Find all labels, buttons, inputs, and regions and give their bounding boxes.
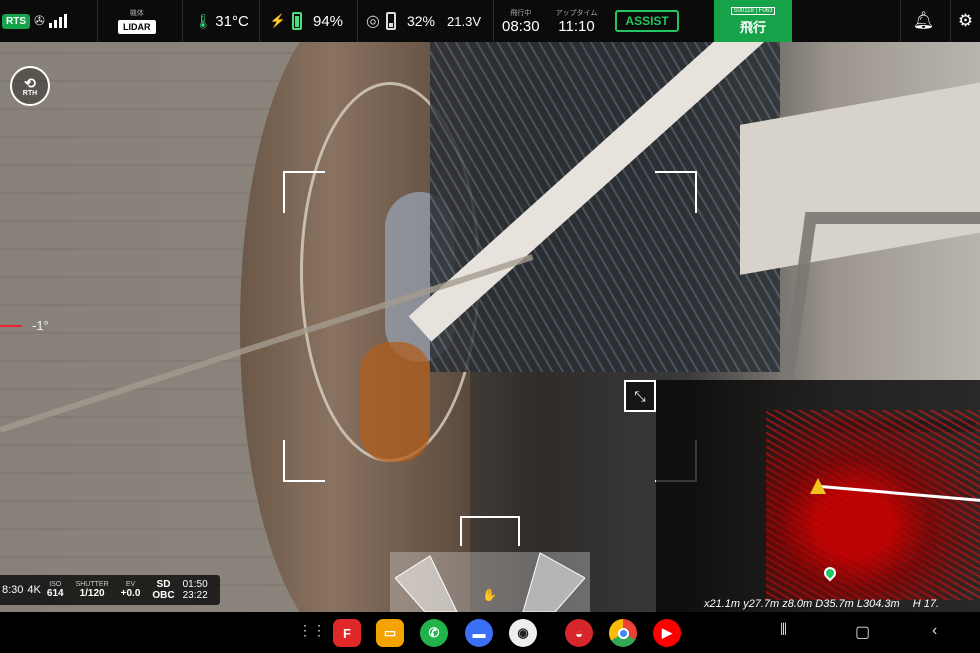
rc-battery-icon [385, 12, 396, 30]
mode-indicator[interactable]: 機体 LIDAR [98, 0, 183, 42]
iso-value: 614 [46, 588, 64, 599]
flight-id: S00118 | F063 [730, 6, 776, 15]
camera-icon[interactable]: ◉ [509, 619, 537, 647]
recents-icon[interactable]: ⦀ [780, 622, 787, 640]
focus-corner-tl [283, 171, 325, 213]
notifications-button[interactable]: 🔔︎ [900, 0, 946, 42]
uptime: アップタイム 11:10 [556, 8, 598, 35]
uptime-label: アップタイム [555, 9, 598, 17]
youtube-icon[interactable]: ▶ [653, 619, 681, 647]
signal-icon [48, 14, 67, 28]
pitch-value: -1° [32, 318, 49, 333]
ceiling-debris [430, 42, 780, 372]
battery-percent: 94% [312, 12, 344, 30]
ev-value: +0.0 [120, 588, 141, 599]
shutter-label: SHUTTER [75, 581, 109, 588]
storage-obc: OBC [152, 590, 175, 601]
lidar-badge: LIDAR [118, 20, 156, 34]
rc-battery: ◎ 32% 21.3V [358, 0, 494, 42]
ev-setting[interactable]: EV +0.0 [121, 581, 141, 599]
shutter-value: 1/120 [79, 588, 105, 599]
return-home-icon: ⟲ [24, 74, 36, 91]
chrome-icon[interactable] [609, 619, 637, 647]
flight-status-button[interactable]: S00118 | F063 飛行 [714, 0, 792, 42]
focus-corner-bl [283, 440, 325, 482]
drone-battery-icon: ⚡ [269, 13, 286, 28]
top-status-bar: RTS ✇ 機体 LIDAR 🌡︎ 31°C ⚡ 94% ◎ 32% 21.3V… [0, 0, 980, 42]
iso-setting[interactable]: ISO 614 [47, 581, 64, 599]
expand-icon: ⤡ [634, 387, 646, 404]
ev-label: EV [125, 581, 136, 588]
rts-badge: RTS [2, 13, 30, 29]
rth-button[interactable]: ⟲ RTH [10, 66, 50, 106]
satellite-icon: ✇ [34, 13, 45, 28]
rth-label: RTH [22, 89, 38, 97]
gear-icon: ⚙ [957, 11, 974, 30]
storage-time: 01:50 23:22 [183, 579, 208, 601]
timers: 飛行中 08:30 アップタイム 11:10 ASSIST [494, 0, 679, 42]
height-text: H 17. [912, 598, 940, 610]
record-time: 8:30 [2, 584, 24, 596]
iso-label: ISO [49, 581, 62, 588]
flipboard-icon[interactable]: F [333, 619, 361, 647]
apps-grid-icon[interactable]: ⋮⋮ [298, 622, 326, 639]
drone-position-icon [810, 478, 826, 494]
rc-battery-percent: 32% [406, 13, 436, 29]
pitch-indicator: -1° [0, 318, 49, 333]
storage-obc-time: 23:22 [182, 590, 208, 601]
temperature: 🌡︎ 31°C [183, 0, 260, 42]
resolution: 4K [27, 584, 41, 596]
voltage: 21.3V [447, 13, 481, 29]
gimbal-marker [460, 516, 520, 546]
gimbal-angle-indicator [395, 552, 585, 612]
mode-label: 機体 [129, 10, 144, 17]
link-status[interactable]: RTS ✇ [0, 0, 98, 42]
app-icon[interactable]: ◒ [565, 619, 593, 647]
storage-sd-time: 01:50 [182, 579, 208, 590]
hand-icon[interactable]: ✋ [482, 588, 497, 602]
radar-icon: ◎ [366, 13, 380, 30]
thermometer-icon: 🌡︎ [194, 12, 213, 29]
phone-icon[interactable]: ✆ [420, 619, 448, 647]
point-cloud [766, 410, 980, 600]
orange-band [360, 342, 430, 462]
storage-sd: SD [156, 579, 171, 590]
files-icon[interactable]: ▭ [376, 619, 404, 647]
home-icon[interactable]: ▢ [855, 622, 870, 642]
assist-button[interactable]: ASSIST [615, 10, 679, 32]
focus-corner-tr [655, 171, 697, 213]
back-icon[interactable]: ‹ [932, 622, 937, 640]
bell-icon: 🔔︎ [912, 11, 935, 30]
battery-icon [291, 12, 302, 30]
settings-button[interactable]: ⚙ [950, 0, 980, 42]
coords-text: x21.1m y27.7m z8.0m D35.7m L304.3m [704, 598, 900, 610]
storage-type: SD OBC [152, 579, 174, 601]
shutter-setting[interactable]: SHUTTER 1/120 [76, 581, 109, 599]
flight-time: 飛行中 08:30 [502, 8, 540, 35]
flight-time-value: 08:30 [502, 17, 540, 35]
position-readout: x21.1m y27.7m z8.0m D35.7m L304.3m H 17. [704, 598, 939, 610]
lidar-minimap[interactable] [656, 380, 980, 612]
uptime-value: 11:10 [558, 17, 595, 35]
flight-status: 飛行 [739, 19, 766, 35]
messages-icon[interactable]: ▬ [465, 619, 493, 647]
drone-battery: ⚡ 94% [260, 0, 359, 42]
camera-settings[interactable]: 8:30 4K ISO 614 SHUTTER 1/120 EV +0.0 SD… [0, 575, 220, 605]
expand-map-button[interactable]: ⤡ [624, 380, 656, 412]
temperature-value: 31°C [215, 12, 249, 30]
flight-time-label: 飛行中 [510, 9, 532, 17]
pitch-marker [0, 324, 22, 327]
